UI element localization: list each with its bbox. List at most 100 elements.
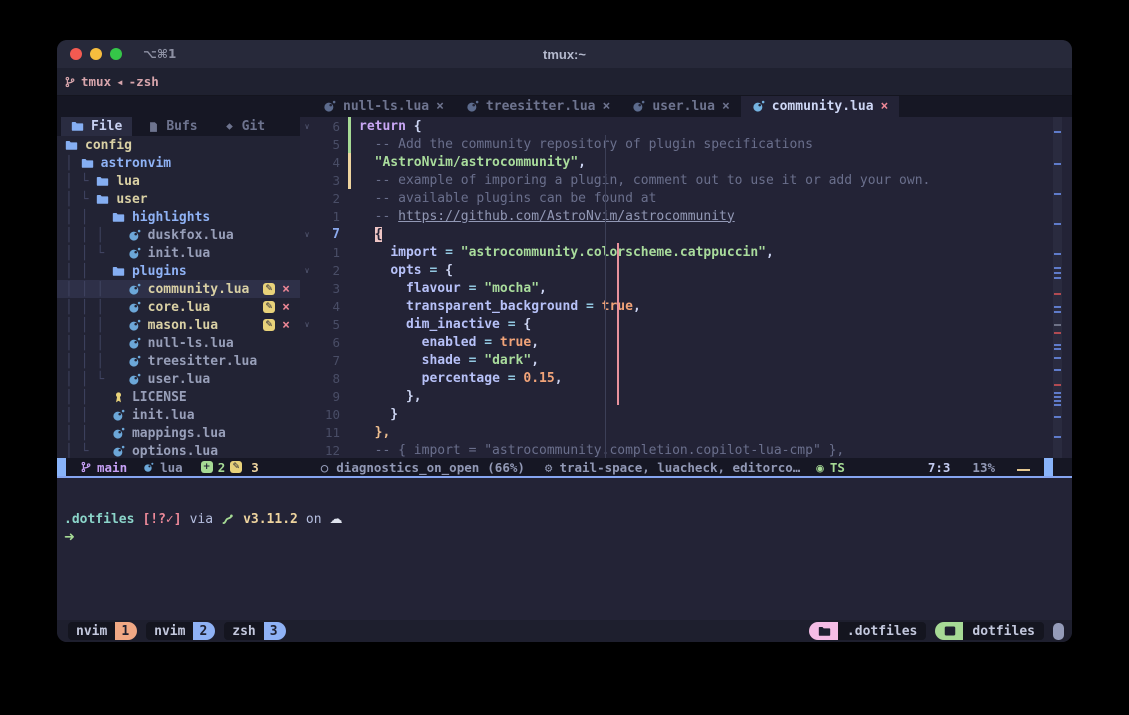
- tree-item-highlights[interactable]: │ │ highlights: [57, 208, 300, 226]
- git-sign-column: [348, 243, 351, 261]
- tree-item-init.lua[interactable]: │ │ init.lua: [57, 406, 300, 424]
- minimap-scrollbar[interactable]: [1053, 117, 1062, 458]
- tree-item-plugins[interactable]: │ │ plugins: [57, 262, 300, 280]
- tree-item-user.lua[interactable]: │ │ └ user.lua: [57, 370, 300, 388]
- code-line[interactable]: 3 flavour = "mocha",: [300, 279, 1072, 297]
- minimap-mark: [1054, 400, 1061, 402]
- fold-arrow-icon[interactable]: ∨: [300, 230, 314, 239]
- folder-icon: [112, 211, 125, 224]
- sidebar-tab-git[interactable]: Git: [214, 117, 275, 136]
- code-line[interactable]: 3 -- example of imporing a plugin, comme…: [300, 171, 1072, 189]
- code-line[interactable]: 7 shade = "dark",: [300, 351, 1072, 369]
- code-line[interactable]: 1 -- https://github.com/AstroNvim/astroc…: [300, 207, 1072, 225]
- tree-item-label: options.lua: [132, 444, 218, 459]
- buffer-tab-treesitter.lua[interactable]: treesitter.lua ×: [455, 96, 621, 117]
- fold-arrow-icon[interactable]: ∨: [300, 320, 314, 329]
- prompt-arrow[interactable]: ➜: [64, 530, 1072, 548]
- code-line[interactable]: 5 -- Add the community repository of plu…: [300, 135, 1072, 153]
- minimap-mark: [1054, 384, 1061, 386]
- code-line[interactable]: 4 "AstroNvim/astrocommunity",: [300, 153, 1072, 171]
- git-sign-column: [348, 387, 351, 405]
- code-line[interactable]: 6 enabled = true,: [300, 333, 1072, 351]
- tmux-segment-.dotfiles: .dotfiles: [809, 622, 926, 640]
- code-line[interactable]: 8 percentage = 0.15,: [300, 369, 1072, 387]
- lua-icon: [112, 445, 125, 458]
- tree-item-LICENSE[interactable]: │ │ LICENSE: [57, 388, 300, 406]
- zoom-window-button[interactable]: [110, 48, 122, 60]
- terminal-tab[interactable]: tmux ◂ -zsh: [64, 74, 159, 89]
- tree-item-init.lua[interactable]: │ │ └ init.lua: [57, 244, 300, 262]
- treesitter-icon: ◉: [816, 460, 824, 475]
- buffer-tab-community.lua[interactable]: community.lua×: [741, 96, 900, 117]
- buffer-tabline: null-ls.lua×treesitter.lua×user.lua×comm…: [57, 96, 1072, 117]
- code-line[interactable]: 9 },: [300, 387, 1072, 405]
- minimize-window-button[interactable]: [90, 48, 102, 60]
- tmux-window-2[interactable]: nvim2: [146, 622, 215, 640]
- lua-icon: [128, 301, 141, 314]
- tree-indent-guides: │ └: [65, 174, 96, 189]
- close-buffer-icon[interactable]: ×: [436, 99, 444, 114]
- session-fork-icon: [64, 76, 76, 88]
- close-window-button[interactable]: [70, 48, 82, 60]
- tree-item-label: user: [116, 192, 147, 207]
- code-line[interactable]: 2 -- available plugins can be found at: [300, 189, 1072, 207]
- tree-item-label: plugins: [132, 264, 187, 279]
- git-sign-column: [348, 207, 351, 225]
- tree-item-core.lua[interactable]: │ │ │ core.lua✎×: [57, 298, 300, 316]
- git-branch-widget[interactable]: main: [80, 460, 127, 475]
- git-sign-column: [348, 315, 351, 333]
- tree-item-user[interactable]: │ └ user: [57, 190, 300, 208]
- close-buffer-icon[interactable]: ×: [603, 99, 611, 114]
- code-line[interactable]: 11 },: [300, 423, 1072, 441]
- tree-item-community.lua[interactable]: │ │ │ community.lua✎×: [57, 280, 300, 298]
- code-line[interactable]: 1 import = "astrocommunity.colorscheme.c…: [300, 243, 1072, 261]
- folder-icon: [65, 139, 78, 152]
- code-line[interactable]: 4 transparent_background = true,: [300, 297, 1072, 315]
- buffer-tab-label: treesitter.lua: [486, 99, 596, 114]
- zsh-pane[interactable]: .dotfiles [!?✓] via v3.11.2 on ☁ ➜: [57, 478, 1072, 620]
- editor-area[interactable]: ∨6return {5 -- Add the community reposit…: [300, 117, 1072, 458]
- close-buffer-icon[interactable]: ×: [722, 99, 730, 114]
- tree-item-mason.lua[interactable]: │ │ │ mason.lua✎×: [57, 316, 300, 334]
- buffer-tab-null-ls.lua[interactable]: null-ls.lua×: [312, 96, 455, 117]
- window-title: tmux:~: [543, 47, 586, 62]
- filetype-widget: lua: [143, 460, 183, 475]
- tree-item-lua[interactable]: │ └ lua: [57, 172, 300, 190]
- file-icon: [148, 121, 159, 133]
- code-line[interactable]: 12 -- { import = "astrocommunity.complet…: [300, 441, 1072, 458]
- line-number: 6: [314, 335, 340, 350]
- formatter-widget: ⚙ trail-space, luacheck, editorco…: [545, 460, 800, 475]
- code-line[interactable]: ∨6return {: [300, 117, 1072, 135]
- tmux-window-1[interactable]: nvim1: [68, 622, 137, 640]
- window-controls[interactable]: [70, 48, 122, 60]
- tree-item-astronvim[interactable]: │ astronvim: [57, 154, 300, 172]
- tree-item-duskfox.lua[interactable]: │ │ │ duskfox.lua: [57, 226, 300, 244]
- code-line[interactable]: 10 }: [300, 405, 1072, 423]
- code-line[interactable]: ∨2 opts = {: [300, 261, 1072, 279]
- tree-item-config[interactable]: config: [57, 136, 300, 154]
- nvim-pane: null-ls.lua×treesitter.lua×user.lua×comm…: [57, 96, 1072, 476]
- tree-item-options.lua[interactable]: │ └ options.lua: [57, 442, 300, 458]
- git-sign-column: [348, 279, 351, 297]
- scroll-percent: 13%: [972, 460, 995, 475]
- fold-arrow-icon[interactable]: ∨: [300, 266, 314, 275]
- neotree-source-tabs: File Bufs Git: [57, 117, 300, 136]
- tree-item-mappings.lua[interactable]: │ │ mappings.lua: [57, 424, 300, 442]
- minimap-mark: [1054, 193, 1061, 195]
- tree-item-treesitter.lua[interactable]: │ │ │ treesitter.lua: [57, 352, 300, 370]
- tmux-window-3[interactable]: zsh3: [224, 622, 285, 640]
- terminal-tab-session: tmux: [81, 74, 111, 89]
- code-line[interactable]: ∨5 dim_inactive = {: [300, 315, 1072, 333]
- line-number: 4: [314, 155, 340, 170]
- line-number: 2: [314, 191, 340, 206]
- prompt-via-label: via: [190, 512, 213, 527]
- buffer-tab-user.lua[interactable]: user.lua×: [621, 96, 740, 117]
- tree-item-null-ls.lua[interactable]: │ │ │ null-ls.lua: [57, 334, 300, 352]
- sidebar-tab-bufs[interactable]: Bufs: [138, 117, 207, 136]
- code-line[interactable]: ∨7 {: [300, 225, 1072, 243]
- close-buffer-icon[interactable]: ×: [881, 99, 889, 114]
- sidebar-tab-file[interactable]: File: [61, 117, 132, 136]
- tree-item-label: init.lua: [148, 246, 211, 261]
- fold-arrow-icon[interactable]: ∨: [300, 122, 314, 131]
- titlebar: ⌥⌘1 tmux:~: [57, 40, 1072, 68]
